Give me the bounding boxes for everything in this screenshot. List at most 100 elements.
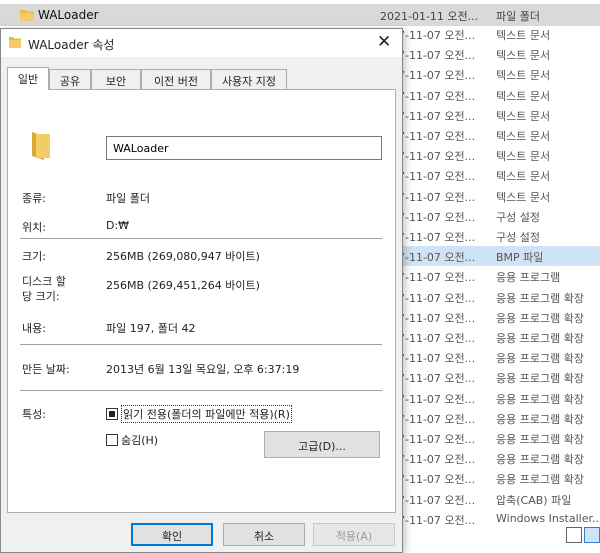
item-date: 7-11-07 오전...	[398, 150, 476, 164]
list-item[interactable]: 7-11-07 오전... 응용 프로그램 확장	[398, 468, 600, 488]
list-item[interactable]: 7-11-07 오전... 응용 프로그램 확장	[398, 408, 600, 428]
item-type: 응용 프로그램 확장	[496, 291, 584, 305]
details-view-button[interactable]	[566, 527, 582, 543]
list-item[interactable]: 7-11-07 오전... 압축(CAB) 파일	[398, 489, 600, 509]
list-item[interactable]: 7-11-07 오전... 응용 프로그램 확장	[398, 347, 600, 367]
item-date: 7-11-07 오전...	[398, 251, 476, 265]
tab-general[interactable]: 일반	[7, 67, 49, 90]
item-date: 7-11-07 오전...	[398, 332, 476, 345]
location-label: 위치:	[22, 221, 46, 234]
item-type: 파일 폴더	[496, 10, 540, 23]
item-date: 7-11-07 오전...	[398, 89, 476, 103]
tab-security[interactable]: 보안	[91, 69, 141, 89]
apply-button[interactable]: 적용(A)	[313, 523, 395, 546]
hidden-checkbox[interactable]: 숨김(H)	[106, 432, 158, 448]
size-label: 크기:	[22, 250, 46, 263]
item-date: 7-11-07 오전...	[398, 109, 476, 123]
list-item[interactable]: 7-11-07 오전... 텍스트 문서	[398, 85, 600, 105]
list-item[interactable]: 7-11-07 오전... 응용 프로그램 확장	[398, 327, 600, 347]
item-date: 7-11-07 오전...	[398, 433, 476, 446]
item-type: 응용 프로그램 확장	[496, 332, 584, 345]
folder-icon	[9, 37, 21, 48]
item-type: 압축(CAB) 파일	[496, 493, 572, 507]
properties-dialog: WALoader 속성 ✕ 일반 공유 보안 이전 버전 사용자 지정 종류: …	[0, 28, 403, 553]
divider	[20, 390, 382, 391]
item-type: 텍스트 문서	[496, 29, 551, 42]
item-date: 7-11-07 오전...	[398, 513, 476, 527]
readonly-label: 읽기 전용(폴더의 파일에만 적용)(R)	[121, 405, 292, 423]
contents-label: 내용:	[22, 322, 46, 335]
item-date: 7-11-07 오전...	[398, 231, 476, 244]
created-label: 만든 날짜:	[22, 363, 70, 376]
type-value: 파일 폴더	[106, 192, 150, 205]
list-item[interactable]: 7-11-07 오전... 텍스트 문서	[398, 125, 600, 145]
item-type: BMP 파일	[496, 251, 544, 265]
location-value: D:₩	[106, 219, 130, 232]
list-item[interactable]: 7-11-07 오전... 응용 프로그램 확장	[398, 367, 600, 387]
item-type: 응용 프로그램 확장	[496, 412, 584, 426]
type-label: 종류:	[22, 192, 46, 205]
list-item[interactable]: 7-11-07 오전... 응용 프로그램 확장	[398, 448, 600, 468]
folder-name-field[interactable]	[106, 136, 382, 160]
attributes-label: 특성:	[22, 408, 46, 421]
item-name: WALoader	[38, 8, 99, 22]
folder-icon	[20, 10, 34, 21]
item-type: 텍스트 문서	[496, 49, 551, 63]
contents-value: 파일 197, 폴더 42	[106, 322, 196, 335]
cancel-button[interactable]: 취소	[223, 523, 305, 546]
disk-size-label-line1: 디스크 할	[22, 275, 66, 288]
hidden-label: 숨김(H)	[121, 434, 159, 447]
close-icon[interactable]: ✕	[377, 32, 391, 52]
disk-size-value: 256MB (269,451,264 바이트)	[106, 279, 260, 292]
list-item[interactable]: 7-11-07 오전... 응용 프로그램	[398, 266, 600, 286]
item-date: 7-11-07 오전...	[398, 493, 476, 507]
item-date: 7-11-07 오전...	[398, 453, 476, 467]
list-item[interactable]: 7-11-07 오전... 응용 프로그램 확장	[398, 388, 600, 408]
item-date: 7-11-07 오전...	[398, 29, 476, 42]
list-item[interactable]: 7-11-07 오전... Windows Installer...	[398, 509, 600, 529]
list-item[interactable]: 7-11-07 오전... 텍스트 문서	[398, 165, 600, 185]
item-type: 응용 프로그램 확장	[496, 453, 584, 467]
folder-icon	[32, 132, 50, 160]
list-item[interactable]: 7-11-07 오전... 구성 설정	[398, 226, 600, 246]
tab-previous-versions[interactable]: 이전 버전	[141, 69, 211, 89]
item-type: 응용 프로그램 확장	[496, 311, 584, 325]
disk-size-label-line2: 당 크기:	[22, 290, 60, 303]
item-type: 응용 프로그램 확장	[496, 433, 584, 446]
indeterminate-checkbox-icon[interactable]	[106, 408, 118, 420]
item-type: 구성 설정	[496, 231, 540, 244]
item-date: 7-11-07 오전...	[398, 130, 476, 143]
item-date: 7-11-07 오전...	[398, 412, 476, 426]
item-date: 7-11-07 오전...	[398, 352, 476, 366]
item-date: 7-11-07 오전...	[398, 69, 476, 83]
item-type: 텍스트 문서	[496, 109, 551, 123]
readonly-checkbox[interactable]: 읽기 전용(폴더의 파일에만 적용)(R)	[106, 405, 292, 423]
list-item[interactable]: 7-11-07 오전... BMP 파일	[398, 246, 600, 267]
dialog-titlebar[interactable]: WALoader 속성 ✕	[1, 29, 402, 57]
ok-button[interactable]: 확인	[131, 523, 213, 546]
advanced-button[interactable]: 고급(D)...	[264, 431, 380, 458]
list-item[interactable]: 7-11-07 오전... 텍스트 문서	[398, 186, 600, 206]
item-type: 텍스트 문서	[496, 170, 551, 184]
item-type: 구성 설정	[496, 210, 540, 224]
list-item[interactable]: 7-11-07 오전... 텍스트 문서	[398, 64, 600, 84]
item-date: 7-11-07 오전...	[398, 170, 476, 184]
item-date: 7-11-07 오전...	[398, 392, 476, 406]
list-item[interactable]: 7-11-07 오전... 구성 설정	[398, 206, 600, 226]
list-item[interactable]: 7-11-07 오전... 응용 프로그램 확장	[398, 287, 600, 307]
list-item[interactable]: 7-11-07 오전... 응용 프로그램 확장	[398, 428, 600, 448]
list-item[interactable]: 7-11-07 오전... 텍스트 문서	[398, 145, 600, 165]
list-item[interactable]: 7-11-07 오전... 텍스트 문서	[398, 105, 600, 125]
dialog-title: WALoader 속성	[28, 38, 115, 52]
item-type: 응용 프로그램 확장	[496, 372, 584, 386]
list-item-waloader[interactable]: WALoader 2021-01-11 오전... 파일 폴더	[0, 4, 600, 26]
item-type: 텍스트 문서	[496, 150, 551, 164]
item-type: 응용 프로그램	[496, 271, 561, 285]
large-icons-view-button[interactable]	[584, 527, 600, 543]
tab-customize[interactable]: 사용자 지정	[211, 69, 287, 89]
list-item[interactable]: 7-11-07 오전... 응용 프로그램 확장	[398, 307, 600, 327]
checkbox-icon[interactable]	[106, 434, 118, 446]
tab-sharing[interactable]: 공유	[49, 69, 91, 89]
list-item[interactable]: 7-11-07 오전... 텍스트 문서	[398, 44, 600, 64]
list-item[interactable]: 7-11-07 오전... 텍스트 문서	[398, 24, 600, 44]
